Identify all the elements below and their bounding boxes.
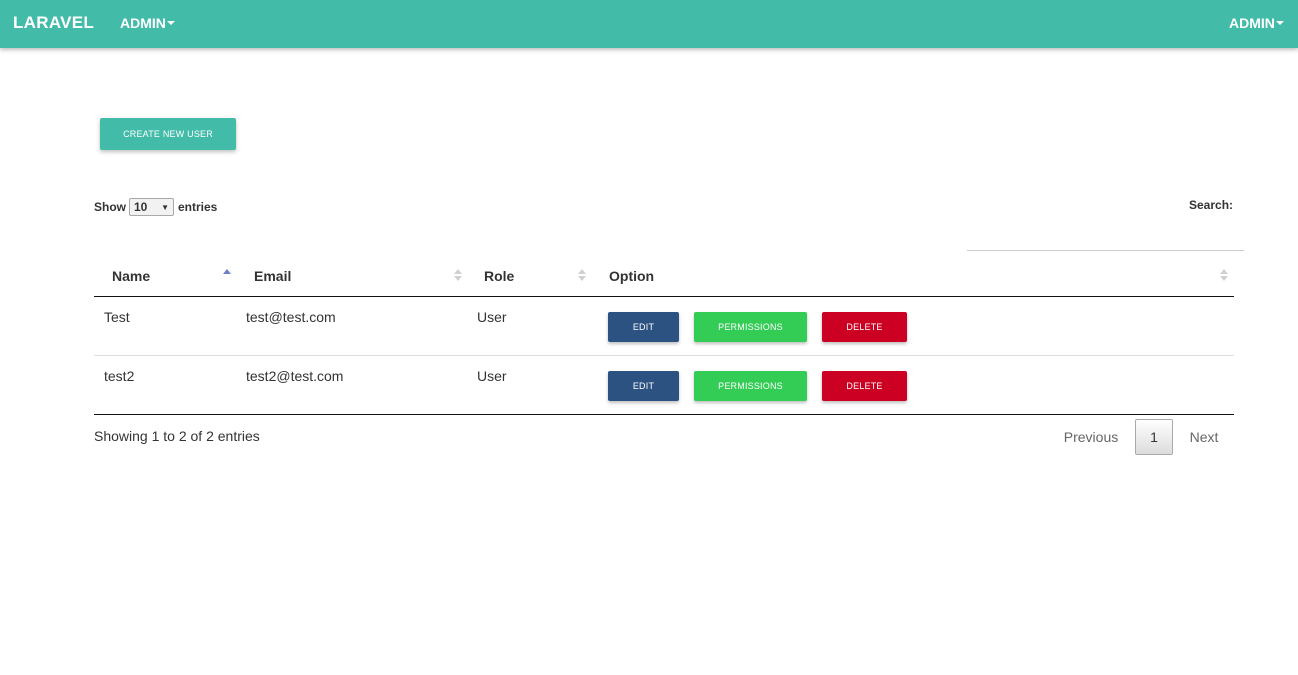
edit-button[interactable]: EDIT — [608, 312, 679, 342]
cell-role: User — [477, 309, 507, 325]
select-arrow-icon: ▼ — [161, 202, 169, 212]
column-header-email[interactable]: Email — [236, 256, 468, 296]
table-info: Showing 1 to 2 of 2 entries — [94, 428, 260, 444]
table-row: test2 test2@test.com User EDIT PERMISSIO… — [94, 356, 1234, 415]
pagination-previous[interactable]: Previous — [1055, 419, 1127, 455]
users-table: Name Email Role Option Test test@test.co… — [94, 256, 1234, 415]
brand-logo[interactable]: LARAVEL — [13, 13, 94, 33]
sort-ascending-icon — [223, 269, 231, 283]
cell-email: test@test.com — [246, 309, 336, 325]
admin-menu-dropdown[interactable]: ADMIN — [120, 15, 175, 31]
pagination-next[interactable]: Next — [1180, 419, 1228, 455]
admin-menu-label: ADMIN — [120, 15, 166, 31]
user-menu-dropdown[interactable]: ADMIN — [1229, 15, 1284, 31]
entries-length-control: Show 10 ▼ entries — [94, 198, 217, 216]
permissions-button[interactable]: PERMISSIONS — [694, 312, 807, 342]
show-label: Show — [94, 200, 126, 214]
sort-icon — [578, 269, 586, 283]
caret-down-icon — [166, 21, 175, 26]
column-header-name[interactable]: Name — [94, 256, 246, 296]
search-label: Search: — [1189, 198, 1234, 212]
create-new-user-button[interactable]: CREATE NEW USER — [100, 118, 236, 150]
cell-role: User — [477, 368, 507, 384]
permissions-button[interactable]: PERMISSIONS — [694, 371, 807, 401]
cell-email: test2@test.com — [246, 368, 344, 384]
entries-select[interactable]: 10 ▼ — [129, 198, 174, 216]
table-header: Name Email Role Option — [94, 256, 1234, 297]
cell-name: test2 — [104, 368, 135, 384]
cell-name: Test — [104, 309, 130, 325]
pagination-page-1[interactable]: 1 — [1135, 419, 1173, 455]
sort-icon — [1220, 269, 1228, 283]
top-navbar: LARAVEL ADMIN ADMIN — [0, 0, 1298, 48]
edit-button[interactable]: EDIT — [608, 371, 679, 401]
column-header-option[interactable]: Option — [591, 256, 1234, 296]
delete-button[interactable]: DELETE — [822, 371, 907, 401]
column-header-role[interactable]: Role — [466, 256, 591, 296]
delete-button[interactable]: DELETE — [822, 312, 907, 342]
sort-icon — [454, 269, 462, 283]
table-row: Test test@test.com User EDIT PERMISSIONS… — [94, 297, 1234, 356]
entries-label: entries — [178, 200, 218, 214]
entries-select-value: 10 — [134, 200, 148, 214]
user-menu-label: ADMIN — [1229, 15, 1275, 31]
caret-down-icon — [1275, 21, 1284, 26]
search-input[interactable] — [967, 226, 1244, 251]
